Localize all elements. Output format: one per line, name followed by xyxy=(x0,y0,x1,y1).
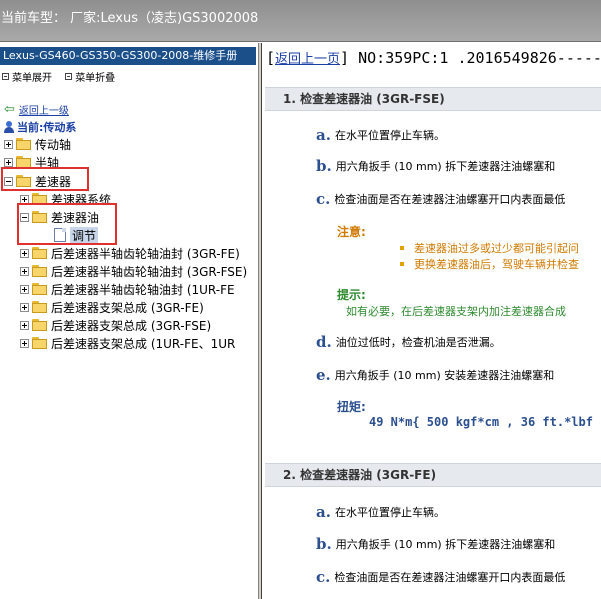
back-up-level-link[interactable]: 返回上一级 xyxy=(19,102,69,117)
folder-icon xyxy=(16,138,32,150)
highlight-box-differential xyxy=(1,167,89,191)
expand-plus-icon[interactable] xyxy=(20,320,29,330)
tree-item-driveshaft[interactable]: 传动轴 xyxy=(4,136,71,152)
section-header-1: 1. 检查差速器油 (3GR-FSE) xyxy=(265,87,601,111)
notice-label: 注意: xyxy=(337,225,366,239)
doc-nav: [返回上一页] NO:359PC:1 .2016549826----- xyxy=(266,49,601,67)
back-page-link[interactable]: 返回上一页 xyxy=(275,52,340,67)
manual-title: Lexus-GS460-GS350-GS300-2008-维修手册 xyxy=(0,47,256,65)
vehicle-model-title: 当前车型： 厂家:Lexus（凌志)GS3002008 xyxy=(1,11,259,26)
notice-item-1: 差速器油过多或过少都可能引起问 xyxy=(400,240,579,256)
title-bar: 当前车型： 厂家:Lexus（凌志)GS3002008 xyxy=(0,0,601,42)
step-1d: d. 油位过低时，检查机油是否泄漏。 xyxy=(316,333,501,351)
bullet-icon xyxy=(400,246,404,250)
step-1c: c. 检查油面是否在差速器注油螺塞开口内表面最低 xyxy=(316,190,566,208)
expand-plus-icon[interactable] xyxy=(4,157,13,167)
notice-item-2: 更换差速器油后，驾驶车辆并检查 xyxy=(400,256,579,272)
tree-item-rear-diff-seal-1urfe[interactable]: 后差速器半轴齿轮轴油封 (1UR-FE xyxy=(20,281,235,297)
step-1e: e. 用六角扳手 (10 mm) 安装差速器注油螺塞和 xyxy=(316,366,555,384)
step-1a: a. 在水平位置停止车辆。 xyxy=(316,126,445,144)
menu-toolbar: 菜单展开 菜单折叠 xyxy=(2,69,125,84)
tree-item-rear-diff-carrier-1urfe[interactable]: 后差速器支架总成 (1UR-FE、1UR xyxy=(20,335,235,351)
menu-expand-button[interactable]: 菜单展开 xyxy=(2,69,52,84)
hint-label: 提示: xyxy=(337,288,366,302)
expand-plus-icon[interactable] xyxy=(20,284,29,294)
folder-icon xyxy=(32,319,48,331)
torque-label: 扭矩: xyxy=(337,400,366,414)
bullet-icon xyxy=(400,262,404,266)
collapse-icon xyxy=(65,73,73,80)
expand-plus-icon[interactable] xyxy=(20,248,29,258)
back-arrow-icon: ⇦ xyxy=(4,101,15,117)
nav-panel: Lexus-GS460-GS350-GS300-2008-维修手册 菜单展开 菜… xyxy=(0,43,258,599)
content-panel: [返回上一页] NO:359PC:1 .2016549826----- 1. 检… xyxy=(262,43,601,599)
folder-icon xyxy=(32,283,48,295)
step-1b: b. 用六角扳手 (10 mm) 拆下差速器注油螺塞和 xyxy=(316,157,556,175)
folder-icon xyxy=(32,337,48,349)
step-2a: a. 在水平位置停止车辆。 xyxy=(316,503,445,521)
section-header-2: 2. 检查差速器油 (3GR-FE) xyxy=(265,463,601,487)
tree-item-rear-diff-seal-3grfse[interactable]: 后差速器半轴齿轮轴油封 (3GR-FSE) xyxy=(20,263,247,279)
expand-plus-icon[interactable] xyxy=(20,302,29,312)
tree-item-rear-diff-carrier-3grfse[interactable]: 后差速器支架总成 (3GR-FSE) xyxy=(20,317,211,333)
menu-collapse-button[interactable]: 菜单折叠 xyxy=(65,69,115,84)
expand-plus-icon[interactable] xyxy=(20,266,29,276)
expand-plus-icon[interactable] xyxy=(4,139,13,149)
folder-icon xyxy=(32,301,48,313)
tree-item-rear-diff-seal-3grfe[interactable]: 后差速器半轴齿轮轴油封 (3GR-FE) xyxy=(20,245,240,261)
step-2c: c. 检查油面是否在差速器注油螺塞开口内表面最低 xyxy=(316,568,566,586)
folder-icon xyxy=(32,265,48,277)
doc-id: ] NO:359PC:1 .2016549826----- xyxy=(340,49,601,67)
folder-icon xyxy=(32,247,48,259)
current-location: 当前:传动系 xyxy=(4,119,76,135)
user-icon xyxy=(4,121,14,133)
hint-text: 如有必要，在后差速器支架内加注差速器合成 xyxy=(346,305,566,318)
expand-plus-icon[interactable] xyxy=(20,338,29,348)
torque-value: 49 N*m{ 500 kgf*cm , 36 ft.*lbf xyxy=(369,415,593,429)
expand-icon xyxy=(2,73,9,80)
back-up-level[interactable]: ⇦ 返回上一级 xyxy=(4,101,69,118)
tree-item-rear-diff-carrier-3grfe[interactable]: 后差速器支架总成 (3GR-FE) xyxy=(20,299,204,315)
step-2b: b. 用六角扳手 (10 mm) 拆下差速器注油螺塞和 xyxy=(316,535,556,553)
highlight-box-differential-oil xyxy=(17,203,117,245)
